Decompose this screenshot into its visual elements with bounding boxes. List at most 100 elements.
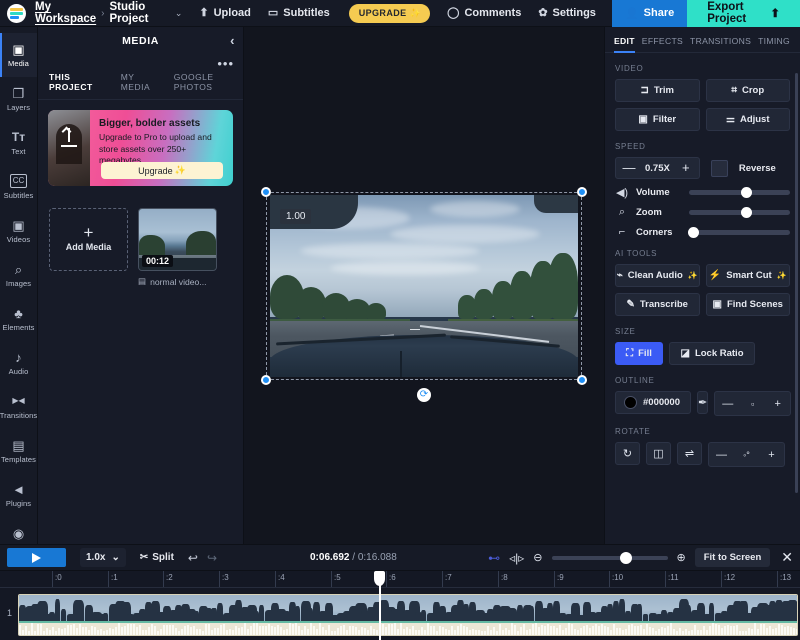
sidebar-item-plugins[interactable]: ◄ Plugins: [0, 473, 38, 517]
waveform-bar: [718, 625, 720, 635]
rotate-cw-icon[interactable]: ↻: [615, 442, 640, 465]
speed-increment-button[interactable]: +: [673, 158, 699, 178]
eyedropper-icon[interactable]: ✒: [697, 391, 708, 414]
tab-timing[interactable]: TIMING: [758, 36, 797, 52]
video-preview-frame[interactable]: 1.00: [270, 195, 578, 377]
sidebar-item-layers[interactable]: ❐ Layers: [0, 77, 38, 121]
waveform-bar: [286, 629, 288, 635]
timeline-ruler[interactable]: :0:1:2:3:4:5:6:7:8:9:10:11:12:13:14: [0, 571, 800, 588]
adjust-button[interactable]: ⚌ Adjust: [706, 108, 791, 131]
volume-slider-knob[interactable]: [741, 187, 752, 198]
tab-transitions[interactable]: TRANSITIONS: [690, 36, 758, 52]
promo-upgrade-button[interactable]: Upgrade ✨: [101, 162, 223, 179]
waveform-bar: [385, 627, 387, 635]
properties-scrollbar[interactable]: [795, 73, 798, 493]
tab-effects[interactable]: EFFECTS: [642, 36, 690, 52]
undo-icon[interactable]: ↩: [188, 551, 198, 565]
asset-thumbnail[interactable]: 00:12: [138, 208, 217, 271]
sidebar-item-elements[interactable]: ♣ Elements: [0, 297, 38, 341]
play-button[interactable]: [7, 548, 66, 567]
export-project-button[interactable]: Export Project ⬆: [687, 0, 800, 27]
timeline-clip[interactable]: [18, 594, 798, 636]
trim-button[interactable]: ⊐ Trim: [615, 79, 700, 102]
media-asset-item[interactable]: 00:12 ▤ normal video...: [138, 208, 217, 287]
share-button[interactable]: 👤 Share: [612, 0, 687, 27]
waveform-bar: [466, 627, 468, 636]
resize-handle-top-left[interactable]: [261, 187, 271, 197]
split-button[interactable]: ✂ Split: [140, 552, 174, 563]
smart-cut-button[interactable]: ⚡ Smart Cut ✨: [706, 264, 791, 287]
waveform-bar: [127, 624, 129, 635]
flip-horizontal-icon[interactable]: ◫: [646, 442, 671, 465]
clean-audio-button[interactable]: ⌁ Clean Audio ✨: [615, 264, 700, 287]
split-clip-icon[interactable]: ◃|▹: [509, 551, 524, 565]
timeline-zoom-slider[interactable]: [552, 556, 668, 560]
zoom-in-icon[interactable]: ⊕: [677, 551, 686, 564]
tab-edit[interactable]: EDIT: [614, 36, 642, 52]
redo-icon[interactable]: ↪: [207, 551, 217, 565]
settings-button[interactable]: ✿ Settings: [538, 7, 596, 19]
corners-slider-knob[interactable]: [688, 227, 699, 238]
playback-rate-select[interactable]: 1.0x ⌄: [80, 548, 126, 567]
find-scenes-button[interactable]: ▣ Find Scenes: [706, 293, 791, 316]
fit-to-screen-button[interactable]: Fit to Screen: [695, 548, 771, 567]
subtitles-button[interactable]: ▭ Subtitles: [268, 7, 330, 19]
chevron-left-icon[interactable]: ‹: [230, 33, 235, 48]
app-logo-icon[interactable]: [7, 4, 26, 23]
chevron-down-icon[interactable]: ⌄: [175, 8, 183, 19]
media-more-icon[interactable]: •••: [217, 56, 234, 71]
sidebar-item-videos[interactable]: ▣ Videos: [0, 209, 38, 253]
sidebar-item-label: Images: [6, 279, 31, 288]
outline-increment-button[interactable]: +: [765, 392, 790, 415]
add-media-button[interactable]: + Add Media: [49, 208, 128, 271]
speed-decrement-button[interactable]: —: [616, 158, 642, 178]
close-icon[interactable]: ✕: [781, 549, 793, 566]
tab-this-project[interactable]: THIS PROJECT: [49, 72, 107, 94]
breadcrumb-workspace[interactable]: My Workspace: [35, 1, 96, 25]
sidebar-item-transitions[interactable]: ▶◀ Transitions: [0, 385, 38, 429]
waveform-bar: [475, 630, 477, 635]
fill-button[interactable]: ⛶ Fill: [615, 342, 663, 365]
selection-stage[interactable]: 1.00 ⟳: [266, 192, 582, 380]
upload-button[interactable]: ⬆ Upload: [199, 7, 251, 19]
tab-google-photos[interactable]: GOOGLE PHOTOS: [174, 72, 243, 94]
sidebar-item-templates[interactable]: ▤ Templates: [0, 429, 38, 473]
sidebar-item-text[interactable]: Tт Text: [0, 121, 38, 165]
volume-slider[interactable]: [689, 190, 790, 195]
sidebar-item-subtitles[interactable]: CC Subtitles: [0, 165, 38, 209]
corners-slider[interactable]: [689, 230, 790, 235]
rotate-handle-icon[interactable]: ⟳: [417, 388, 431, 402]
comments-button[interactable]: ◯ Comments: [447, 7, 521, 19]
upgrade-promo-card[interactable]: Bigger, bolder assets Upgrade to Pro to …: [48, 110, 233, 186]
breadcrumb-project[interactable]: Studio Project: [110, 1, 168, 25]
resize-handle-bottom-left[interactable]: [261, 375, 271, 385]
waveform-bar: [268, 624, 270, 635]
rotate-decrement-button[interactable]: —: [709, 443, 734, 466]
outline-decrement-button[interactable]: —: [715, 392, 740, 415]
preview-canvas[interactable]: 1.00 ⟳: [244, 27, 604, 544]
flip-vertical-icon[interactable]: ⇌: [677, 442, 702, 465]
top-bar: My Workspace › Studio Project ⌄ ⬆ Upload…: [0, 0, 800, 27]
outline-color-picker[interactable]: #000000: [615, 391, 691, 414]
crop-button[interactable]: ⌗ Crop: [706, 79, 791, 102]
zoom-slider[interactable]: [689, 210, 790, 215]
zoom-out-icon[interactable]: ⊖: [533, 551, 542, 564]
lock-ratio-button[interactable]: ◪ Lock Ratio: [669, 342, 755, 365]
resize-handle-top-right[interactable]: [577, 187, 587, 197]
tab-my-media[interactable]: MY MEDIA: [121, 72, 160, 94]
rotate-increment-button[interactable]: +: [759, 443, 784, 466]
sidebar-item-audio[interactable]: ♪ Audio: [0, 341, 38, 385]
filter-button[interactable]: ▣ Filter: [615, 108, 700, 131]
reverse-checkbox[interactable]: [711, 160, 728, 177]
time-separator: /: [349, 552, 357, 563]
marker-icon[interactable]: ⊷: [488, 551, 500, 565]
resize-handle-bottom-right[interactable]: [577, 375, 587, 385]
waveform-bar: [514, 625, 516, 635]
timeline-zoom-knob[interactable]: [620, 552, 632, 564]
playhead-handle[interactable]: [374, 571, 385, 586]
sidebar-item-media[interactable]: ▣ Media: [0, 33, 38, 77]
sidebar-item-images[interactable]: ⌕ Images: [0, 253, 38, 297]
zoom-slider-knob[interactable]: [741, 207, 752, 218]
upgrade-button[interactable]: UPGRADE ✨: [349, 4, 430, 23]
transcribe-button[interactable]: ✎ Transcribe: [615, 293, 700, 316]
